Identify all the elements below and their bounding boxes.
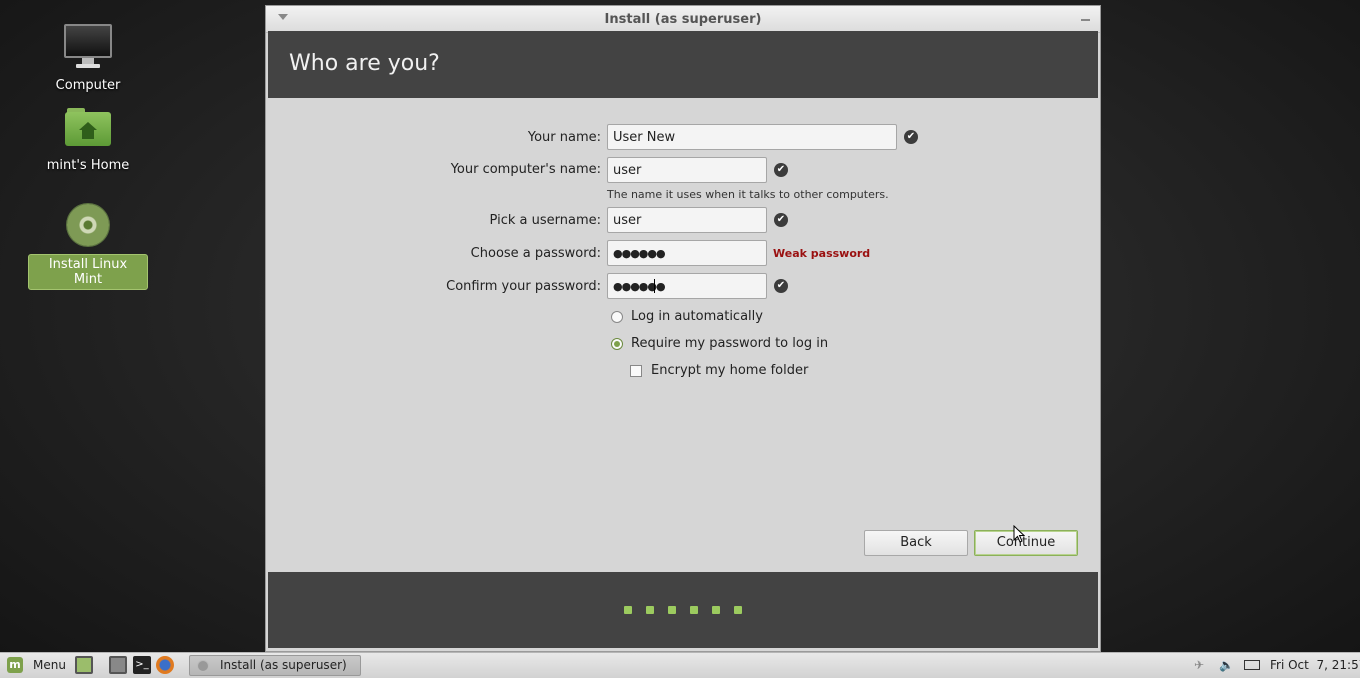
encrypt-home-label[interactable]: Encrypt my home folder (651, 363, 808, 378)
desktop-icon-computer[interactable]: Computer (28, 24, 148, 95)
installer-app-icon (197, 660, 209, 672)
monitor-icon (64, 24, 112, 70)
computer-name-hint: The name it uses when it talks to other … (607, 188, 889, 201)
desktop-icon-label: Install Linux Mint (28, 254, 148, 290)
task-install-window[interactable]: Install (as superuser) (189, 655, 361, 676)
page-title: Who are you? (289, 51, 440, 76)
name-field[interactable]: User New (607, 124, 897, 150)
user-form: Your name: User New ✔ Your computer's na… (268, 98, 1098, 572)
confirm-valid-check-icon: ✔ (774, 279, 788, 293)
taskbar: m Menu >_ Install (as superuser) ✈ 🔈 Fri… (0, 652, 1360, 678)
desktop-icon-label: mint's Home (46, 158, 130, 173)
password-field[interactable]: ●●●●●● (607, 240, 767, 266)
back-button[interactable]: Back (864, 530, 968, 556)
name-label: Your name: (527, 130, 601, 145)
confirm-password-field[interactable]: ●●●●●● (607, 273, 767, 299)
username-field[interactable]: user (607, 207, 767, 233)
desktop-icon-install[interactable]: Install Linux Mint (28, 204, 148, 290)
file-manager-icon[interactable] (109, 656, 127, 674)
battery-icon[interactable] (1244, 660, 1260, 670)
login-password-label[interactable]: Require my password to log in (631, 336, 828, 351)
login-password-radio[interactable] (611, 338, 623, 350)
window-title: Install (as superuser) (604, 12, 762, 27)
progress-step-dot (712, 606, 720, 614)
progress-step-dot (734, 606, 742, 614)
username-label: Pick a username: (489, 213, 601, 228)
home-folder-icon (65, 108, 111, 148)
login-auto-label[interactable]: Log in automatically (631, 309, 763, 324)
clock[interactable]: Fri Oct 7, 21:57 (1270, 658, 1360, 672)
volume-icon[interactable]: 🔈 (1219, 658, 1234, 672)
disc-icon (67, 204, 109, 246)
mouse-pointer-icon (1013, 525, 1025, 543)
mint-logo-icon[interactable]: m (7, 657, 23, 673)
desktop-icon-home[interactable]: mint's Home (28, 108, 148, 175)
computer-name-valid-check-icon: ✔ (774, 163, 788, 177)
network-icon[interactable]: ✈ (1194, 658, 1204, 672)
progress-step-dot (646, 606, 654, 614)
confirm-password-label: Confirm your password: (446, 279, 601, 294)
encrypt-home-checkbox[interactable] (630, 365, 642, 377)
installer-window: Install (as superuser) Who are you? Your… (265, 5, 1101, 652)
name-valid-check-icon: ✔ (904, 130, 918, 144)
task-label: Install (as superuser) (220, 658, 347, 672)
text-caret (654, 279, 655, 293)
password-strength-label: Weak password (773, 247, 871, 260)
progress-footer (268, 572, 1098, 648)
progress-step-dot (668, 606, 676, 614)
terminal-icon[interactable]: >_ (133, 656, 151, 674)
minimize-icon[interactable] (1081, 19, 1090, 21)
login-auto-radio[interactable] (611, 311, 623, 323)
username-valid-check-icon: ✔ (774, 213, 788, 227)
page-header: Who are you? (268, 31, 1098, 98)
menu-button[interactable]: Menu (33, 658, 66, 672)
firefox-icon[interactable] (156, 656, 174, 674)
continue-button[interactable]: Continue (974, 530, 1078, 556)
computer-name-field[interactable]: user (607, 157, 767, 183)
password-label: Choose a password: (470, 246, 601, 261)
progress-step-dot (624, 606, 632, 614)
computer-name-label: Your computer's name: (450, 162, 601, 177)
window-titlebar[interactable]: Install (as superuser) (266, 6, 1100, 33)
progress-step-dot (690, 606, 698, 614)
desktop-icon-label: Computer (55, 78, 121, 93)
show-desktop-icon[interactable] (75, 656, 93, 674)
